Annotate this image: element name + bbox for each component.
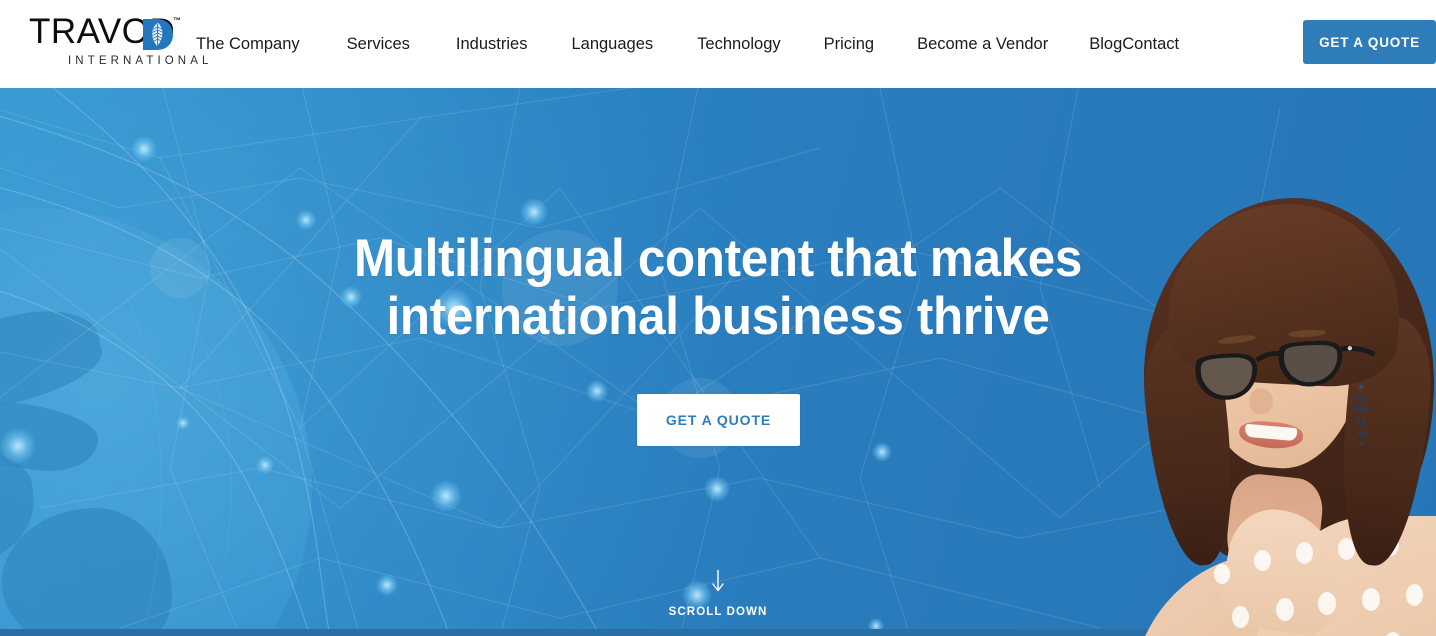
nav-item-blog[interactable]: Blog xyxy=(1089,35,1122,54)
nav-item-industries[interactable]: Industries xyxy=(456,35,528,54)
hero-get-a-quote-button[interactable]: GET A QUOTE xyxy=(637,394,800,446)
hero-section: Multilingual content that makes internat… xyxy=(0,88,1436,636)
hero-title-line-2: international business thrive xyxy=(386,287,1050,346)
nav-item-become-a-vendor[interactable]: Become a Vendor xyxy=(917,35,1048,54)
nav-item-services[interactable]: Services xyxy=(347,35,410,54)
page-root: TRAVOD ™ INTERNATIONAL The Company Servi… xyxy=(0,0,1436,636)
arrow-down-icon xyxy=(712,570,724,592)
brand-tagline: INTERNATIONAL xyxy=(68,55,213,67)
hero-content: Multilingual content that makes internat… xyxy=(0,88,1436,636)
trademark-symbol: ™ xyxy=(173,16,181,25)
site-header: TRAVOD ™ INTERNATIONAL The Company Servi… xyxy=(0,0,1436,88)
main-navigation: The Company Services Industries Language… xyxy=(196,0,1179,88)
nav-item-languages[interactable]: Languages xyxy=(571,35,653,54)
nav-item-pricing[interactable]: Pricing xyxy=(824,35,874,54)
brand-logo[interactable]: TRAVOD ™ INTERNATIONAL xyxy=(29,14,208,70)
scroll-down-indicator[interactable]: SCROLL DOWN xyxy=(0,570,1436,618)
scroll-down-label: SCROLL DOWN xyxy=(668,606,768,618)
travod-leaf-d-icon xyxy=(143,19,173,50)
nav-item-technology[interactable]: Technology xyxy=(697,35,780,54)
header-get-a-quote-button[interactable]: GET A QUOTE xyxy=(1303,20,1436,64)
nav-item-contact[interactable]: Contact xyxy=(1122,35,1179,54)
hero-title-line-1: Multilingual content that makes xyxy=(353,229,1083,288)
hero-title: Multilingual content that makes internat… xyxy=(346,230,1090,346)
nav-item-the-company[interactable]: The Company xyxy=(196,35,300,54)
